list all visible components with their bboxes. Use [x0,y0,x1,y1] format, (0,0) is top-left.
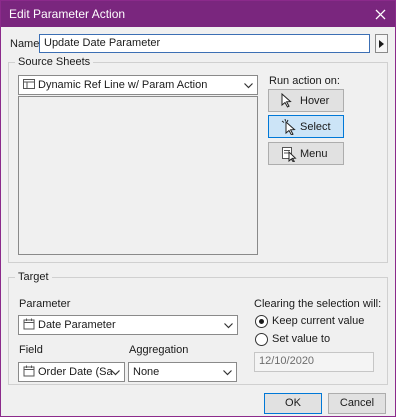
name-input-value: Update Date Parameter [44,37,161,49]
cancel-button[interactable]: Cancel [328,393,386,414]
chevron-down-icon [224,320,233,332]
cursor-arrow-icon [281,92,293,111]
target-title: Target [15,271,52,283]
sheet-icon [23,78,35,93]
keep-current-value-label[interactable]: Keep current value [272,315,364,327]
set-value-to-radio[interactable] [255,333,268,346]
set-value-input[interactable]: 12/10/2020 [254,352,374,372]
run-on-menu-button[interactable]: Menu [268,142,344,165]
close-button[interactable] [365,1,395,27]
parameter-value: Date Parameter [38,319,116,331]
close-icon [375,9,385,19]
source-sheets-list[interactable] [18,96,258,255]
parameter-label: Parameter [19,298,71,310]
menu-label: Menu [300,148,328,160]
calendar-icon [23,365,35,380]
name-label: Name: [10,38,43,50]
aggregation-label: Aggregation [129,344,189,356]
run-action-on-label: Run action on: [269,75,340,87]
clearing-selection-label: Clearing the selection will: [254,298,382,310]
aggregation-value: None [133,366,160,378]
run-on-hover-button[interactable]: Hover [268,89,344,112]
title-bar: Edit Parameter Action [1,1,395,27]
hover-label: Hover [300,95,330,107]
menu-cursor-icon [281,146,297,165]
insert-field-menu-button[interactable] [375,34,388,53]
name-input[interactable]: Update Date Parameter [39,34,370,53]
calendar-icon [23,318,35,333]
source-sheet-value: Dynamic Ref Line w/ Param Action [38,79,208,91]
edit-parameter-action-dialog: Edit Parameter Action Name: Update Date … [0,0,396,417]
source-sheet-dropdown[interactable]: Dynamic Ref Line w/ Param Action [18,75,258,95]
cursor-click-icon [281,118,297,138]
ok-button[interactable]: OK [264,393,322,414]
set-value-to-label[interactable]: Set value to [272,333,330,345]
caret-right-icon [379,39,384,48]
run-on-select-button[interactable]: Select [268,115,344,138]
field-label: Field [19,344,43,356]
parameter-dropdown[interactable]: Date Parameter [18,315,238,335]
select-label: Select [300,121,331,133]
chevron-down-icon [223,367,232,379]
set-value-input-value: 12/10/2020 [259,355,315,367]
chevron-down-icon [244,80,253,92]
window-title: Edit Parameter Action [9,7,126,21]
keep-current-value-radio[interactable] [255,315,268,328]
field-value: Order Date (Sam... [38,366,113,378]
chevron-down-icon [111,367,120,379]
radio-selected-dot [259,319,264,324]
source-sheets-title: Source Sheets [15,56,94,68]
field-dropdown[interactable]: Order Date (Sam... [18,362,125,382]
aggregation-dropdown[interactable]: None [128,362,237,382]
